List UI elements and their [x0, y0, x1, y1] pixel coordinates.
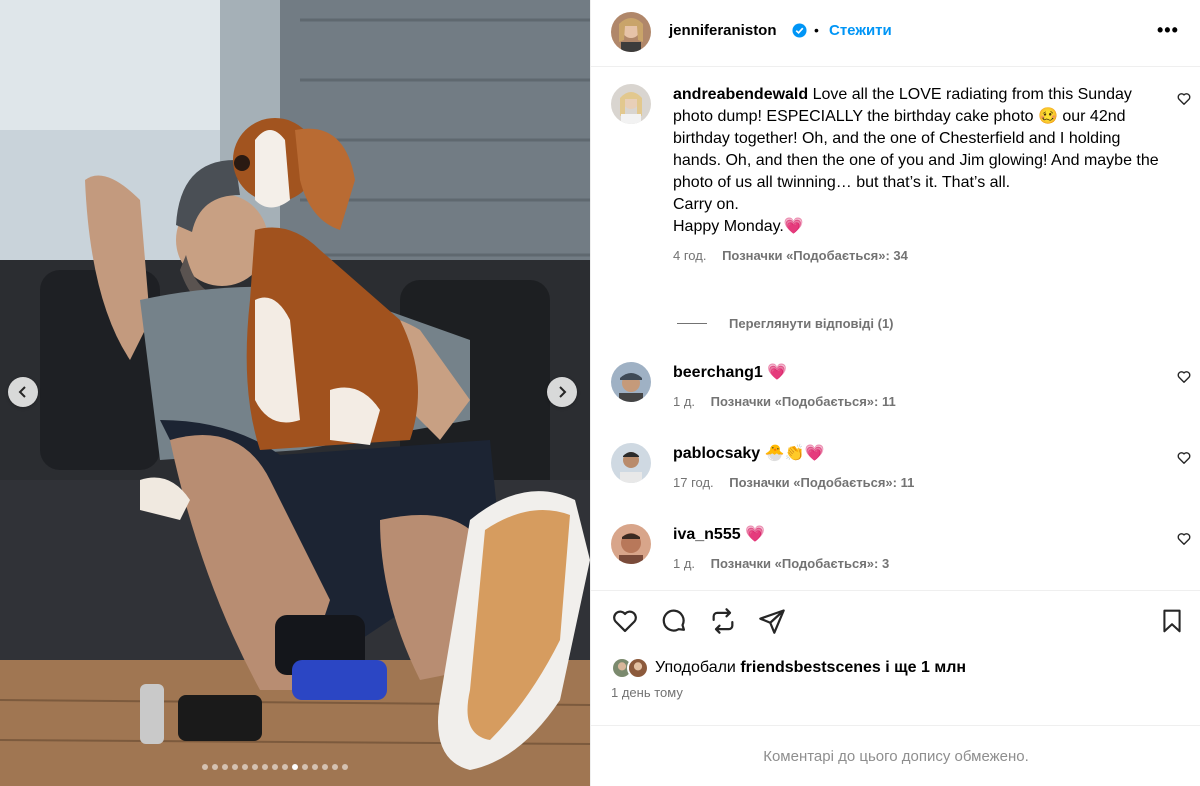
comment-meta: 1 д. Позначки «Подобається»: 11 — [673, 391, 1163, 413]
author-username[interactable]: jenniferaniston — [669, 22, 777, 39]
carousel-dot — [252, 764, 258, 770]
save-bookmark-icon[interactable] — [1159, 607, 1185, 635]
carousel-dot — [312, 764, 318, 770]
comment-time[interactable]: 1 д. — [673, 394, 695, 409]
chevron-right-icon — [559, 386, 567, 398]
heart-outline-icon[interactable] — [1177, 451, 1191, 465]
liked-suffix[interactable]: і ще 1 млн — [885, 659, 966, 676]
post-viewer: jenniferaniston • Стежити ••• andreabend… — [0, 0, 1200, 786]
heart-outline-icon[interactable] — [1177, 532, 1191, 546]
comment-likes[interactable]: Позначки «Подобається»: 11 — [729, 475, 914, 490]
comment-likes[interactable]: Позначки «Подобається»: 3 — [711, 556, 890, 571]
author-avatar[interactable] — [611, 12, 651, 52]
comment-username[interactable]: iva_n555 — [673, 526, 741, 543]
post-header: jenniferaniston • Стежити ••• — [591, 0, 1200, 67]
commenter-avatar[interactable] — [611, 362, 651, 402]
share-icon[interactable] — [758, 607, 786, 635]
commenter-avatar[interactable] — [611, 84, 651, 124]
comment-line: Carry on. — [673, 196, 739, 213]
view-replies-button[interactable]: Переглянути відповіді (1) — [677, 316, 894, 331]
liker-avatar — [627, 657, 649, 679]
carousel-dot — [232, 764, 238, 770]
carousel-dot — [242, 764, 248, 770]
comment-emoji: 🐣👏💗 — [764, 445, 825, 462]
carousel-dot — [342, 764, 348, 770]
comment-text: pablocsaky 🐣👏💗 — [673, 443, 1163, 465]
heart-outline-icon[interactable] — [1177, 370, 1191, 384]
comment-line: Happy Monday.💗 — [673, 218, 804, 235]
chevron-left-icon — [18, 386, 26, 398]
replies-line — [677, 323, 707, 324]
carousel-dot — [282, 764, 288, 770]
carousel-dot-active — [292, 764, 298, 770]
comment-icon[interactable] — [660, 607, 688, 635]
comment-emoji: 💗 — [767, 364, 788, 381]
liked-prefix: Уподобали — [655, 659, 736, 676]
comment-time[interactable]: 1 д. — [673, 556, 695, 571]
carousel-prev-button[interactable] — [8, 377, 38, 407]
commenter-avatar[interactable] — [611, 443, 651, 483]
carousel-dot — [332, 764, 338, 770]
carousel-dot — [272, 764, 278, 770]
carousel-dot — [322, 764, 328, 770]
carousel-dot — [202, 764, 208, 770]
view-replies-label: Переглянути відповіді (1) — [729, 316, 894, 331]
carousel-dots — [202, 764, 348, 770]
heart-outline-icon[interactable] — [1177, 92, 1191, 106]
more-options-button[interactable]: ••• — [1157, 20, 1179, 41]
post-media — [0, 0, 590, 786]
comment-item: beerchang1 💗 1 д. Позначки «Подобається»… — [611, 362, 1191, 422]
comment-item: pablocsaky 🐣👏💗 17 год. Позначки «Подобає… — [611, 443, 1191, 503]
carousel-dot — [262, 764, 268, 770]
comment-emoji: 💗 — [745, 526, 765, 543]
comment-meta: 17 год. Позначки «Подобається»: 11 — [673, 472, 1163, 494]
post-panel: jenniferaniston • Стежити ••• andreabend… — [590, 0, 1200, 786]
post-actions: Уподобали friendsbestscenes і ще 1 млн 1… — [591, 590, 1200, 786]
comment-username[interactable]: beerchang1 — [673, 364, 763, 381]
follow-button[interactable]: Стежити — [829, 22, 892, 39]
carousel-next-button[interactable] — [547, 377, 577, 407]
post-time[interactable]: 1 день тому — [611, 685, 683, 700]
liked-by: Уподобали friendsbestscenes і ще 1 млн — [611, 657, 966, 679]
carousel-dot — [302, 764, 308, 770]
comment-text: iva_n555 💗 — [673, 524, 1163, 546]
comment-meta: 1 д. Позначки «Подобається»: 3 — [673, 553, 1163, 575]
carousel-dot — [212, 764, 218, 770]
verified-badge-icon — [792, 23, 807, 38]
liked-by-text[interactable]: Уподобали friendsbestscenes і ще 1 млн — [655, 659, 966, 677]
comment-username[interactable]: pablocsaky — [673, 445, 760, 462]
comment-text: andreabendewald Love all the LOVE radiat… — [673, 84, 1163, 194]
comment-likes[interactable]: Позначки «Подобається»: 11 — [711, 394, 896, 409]
comment-time[interactable]: 17 год. — [673, 475, 714, 490]
post-photo — [0, 0, 590, 786]
comments-restricted-notice: Коментарі до цього допису обмежено. — [591, 725, 1200, 786]
commenter-avatar[interactable] — [611, 524, 651, 564]
carousel-dot — [222, 764, 228, 770]
comment-username[interactable]: andreabendewald — [673, 86, 808, 103]
repost-icon[interactable] — [709, 607, 737, 635]
comment-item: iva_n555 💗 1 д. Позначки «Подобається»: … — [611, 524, 1191, 584]
comment-item: andreabendewald Love all the LOVE radiat… — [611, 84, 1191, 314]
comment-meta: 4 год. Позначки «Подобається»: 34 — [673, 245, 1163, 267]
liked-user[interactable]: friendsbestscenes — [740, 659, 881, 676]
like-icon[interactable] — [611, 607, 639, 635]
comment-likes[interactable]: Позначки «Подобається»: 34 — [722, 248, 908, 263]
comment-time[interactable]: 4 год. — [673, 248, 706, 263]
comment-text: beerchang1 💗 — [673, 362, 1163, 384]
header-separator: • — [814, 22, 819, 38]
